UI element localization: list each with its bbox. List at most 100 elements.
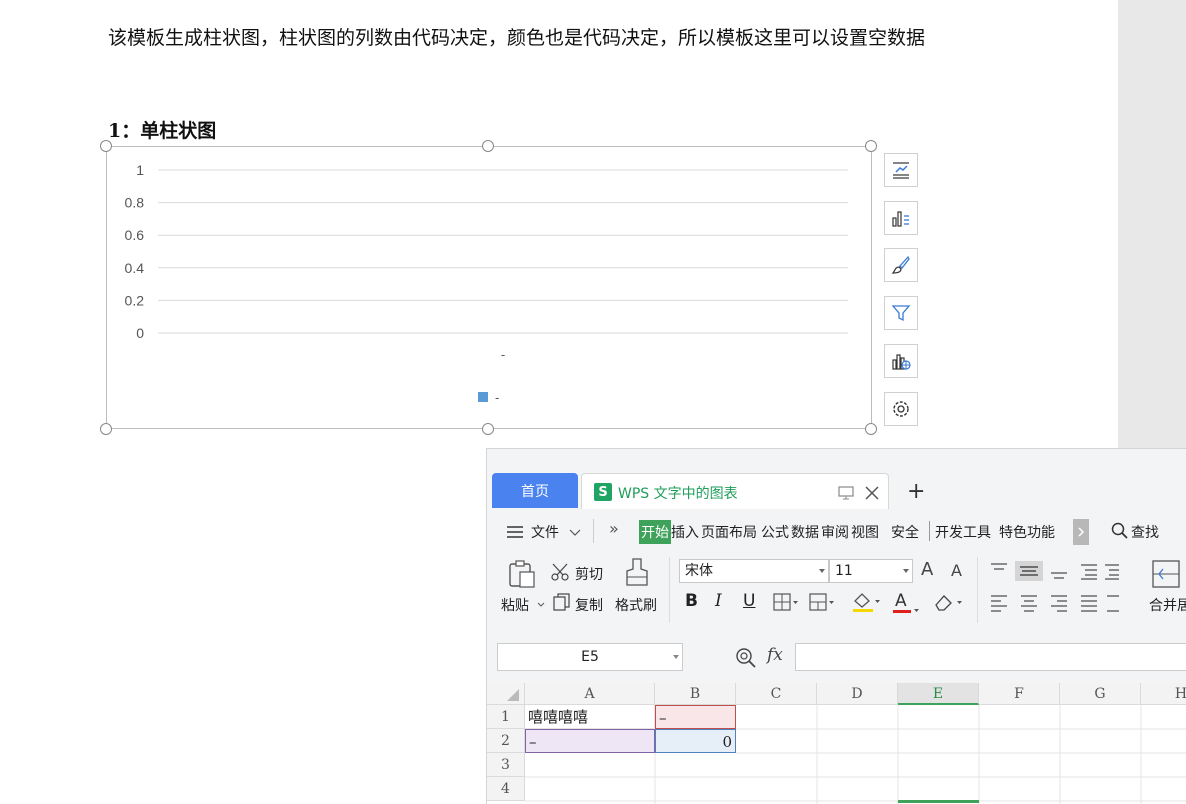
gridlines — [736, 705, 1186, 804]
menu-data[interactable]: 数据 — [791, 522, 819, 542]
underline-button[interactable]: U — [743, 591, 755, 611]
column-header-c[interactable]: C — [736, 683, 817, 705]
menu-scroll-right-button[interactable] — [1073, 519, 1089, 545]
menu-page-layout[interactable]: 页面布局 — [701, 522, 757, 542]
border-icon[interactable] — [773, 593, 799, 611]
hamburger-menu-icon[interactable] — [507, 525, 523, 539]
empty-cells-area-left[interactable] — [525, 753, 736, 804]
cell-b2[interactable]: 0 — [655, 729, 736, 753]
tab-home[interactable]: 首页 — [492, 473, 578, 508]
chevron-down-icon[interactable] — [673, 655, 679, 659]
format-painter-button[interactable]: 格式刷 — [615, 595, 657, 615]
menu-developer-tools[interactable]: 开发工具 — [935, 522, 991, 542]
italic-button[interactable]: I — [715, 591, 722, 611]
row-header-1[interactable]: 1 — [487, 705, 525, 729]
menu-view[interactable]: 视图 — [851, 522, 879, 542]
corner-triangle-icon — [507, 689, 519, 701]
menu-file[interactable]: 文件 — [531, 522, 559, 542]
cell-a1[interactable]: 嘻嘻嘻嘻 — [525, 705, 655, 729]
search-icon[interactable] — [1111, 522, 1129, 540]
chart-settings-button[interactable] — [884, 392, 918, 426]
merge-button[interactable]: 合并居 — [1149, 595, 1186, 615]
column-header-b[interactable]: B — [655, 683, 736, 705]
menu-more[interactable]: » — [609, 519, 619, 538]
chart-elements-icon — [893, 162, 909, 179]
menu-review[interactable]: 审阅 — [821, 522, 849, 542]
chart-brush-icon — [891, 255, 910, 274]
close-tab-icon[interactable] — [864, 485, 880, 501]
formula-bar: E5 fx — [487, 629, 1186, 681]
format-painter-icon[interactable] — [623, 557, 651, 589]
chevron-down-icon[interactable] — [537, 602, 545, 608]
menu-formula[interactable]: 公式 — [761, 522, 789, 542]
menu-security[interactable]: 安全 — [891, 522, 919, 542]
chevron-down-icon[interactable] — [903, 569, 909, 573]
y-tick-label: 0.4 — [125, 260, 145, 276]
fill-pattern-icon[interactable] — [809, 593, 835, 611]
fill-color-icon[interactable] — [851, 591, 881, 613]
ribbon-divider — [669, 557, 670, 623]
chart-brush-button[interactable] — [884, 248, 918, 282]
chart-filter-button[interactable] — [884, 296, 918, 330]
menu-start[interactable]: 开始 — [639, 520, 671, 544]
new-tab-button[interactable]: + — [907, 479, 925, 504]
empty-cells-area[interactable] — [736, 705, 1186, 804]
row-header-2[interactable]: 2 — [487, 729, 525, 753]
menu-search[interactable]: 查找 — [1131, 522, 1159, 542]
paste-icon[interactable] — [507, 559, 537, 589]
paste-button[interactable]: 粘贴 — [501, 595, 529, 615]
copy-icon[interactable] — [553, 593, 571, 611]
y-tick-label: 0.2 — [125, 292, 145, 308]
gridlines — [525, 753, 736, 804]
select-all-corner[interactable] — [487, 683, 525, 705]
merge-cells-icon[interactable] — [1151, 559, 1181, 589]
font-name-select[interactable]: 宋体 — [679, 559, 829, 583]
x-category-label: - — [501, 347, 505, 362]
grow-font-button[interactable]: A — [921, 559, 933, 580]
scissors-icon[interactable] — [551, 563, 571, 581]
bar-chart[interactable]: 0 0.2 0.4 0.6 0.8 1 - - — [106, 146, 872, 429]
ribbon-divider — [977, 557, 978, 623]
menu-divider — [929, 521, 930, 541]
legend-swatch — [478, 392, 488, 402]
wps-spreadsheet-window: 首页 S WPS 文字中的图表 + 文件 » 开始 插入 页面布局 公式 数据 … — [486, 448, 1186, 804]
y-tick-label: 0.8 — [125, 195, 145, 211]
copy-button[interactable]: 复制 — [575, 595, 603, 615]
font-color-button[interactable]: A — [895, 591, 907, 611]
shrink-font-button[interactable]: A — [951, 561, 962, 580]
tab-document[interactable]: S WPS 文字中的图表 — [581, 473, 889, 509]
chevron-down-icon[interactable] — [819, 569, 825, 573]
cell-b1[interactable]: – — [655, 705, 736, 729]
body-paragraph: 该模板生成柱状图，柱状图的列数由代码决定，颜色也是代码决定，所以模板这里可以设置… — [108, 27, 926, 49]
vertical-alignment-icons[interactable] — [989, 561, 1119, 581]
column-header-f[interactable]: F — [979, 683, 1060, 705]
zoom-search-icon[interactable] — [735, 647, 757, 669]
chart-style-button[interactable] — [884, 201, 918, 235]
eraser-icon[interactable] — [933, 593, 963, 611]
column-header-h[interactable]: H — [1141, 683, 1186, 705]
cut-button[interactable]: 剪切 — [575, 564, 603, 584]
horizontal-alignment-icons[interactable] — [989, 593, 1119, 613]
column-header-e[interactable]: E — [898, 683, 979, 705]
font-color-swatch — [893, 609, 919, 613]
bold-button[interactable]: B — [685, 591, 698, 611]
y-tick-label: 0 — [136, 325, 144, 341]
column-header-a[interactable]: A — [525, 683, 655, 705]
menu-special-features[interactable]: 特色功能 — [999, 522, 1055, 542]
column-header-d[interactable]: D — [817, 683, 898, 705]
cell-name-box[interactable]: E5 — [497, 643, 683, 671]
chevron-down-icon[interactable] — [569, 529, 581, 537]
column-header-g[interactable]: G — [1060, 683, 1141, 705]
function-button[interactable]: fx — [767, 645, 783, 665]
chart-online-button[interactable] — [884, 344, 918, 378]
cell-a2[interactable]: – — [525, 729, 655, 753]
monitor-icon[interactable] — [838, 485, 854, 501]
chart-elements-button[interactable] — [884, 153, 918, 187]
row-header-4[interactable]: 4 — [487, 777, 525, 801]
font-size-select[interactable]: 11 — [829, 559, 913, 583]
menu-insert[interactable]: 插入 — [671, 522, 699, 542]
chart-online-icon — [892, 354, 911, 370]
formula-input[interactable] — [795, 643, 1186, 671]
row-header-3[interactable]: 3 — [487, 753, 525, 777]
section-heading: 1：单柱状图 — [108, 120, 217, 142]
